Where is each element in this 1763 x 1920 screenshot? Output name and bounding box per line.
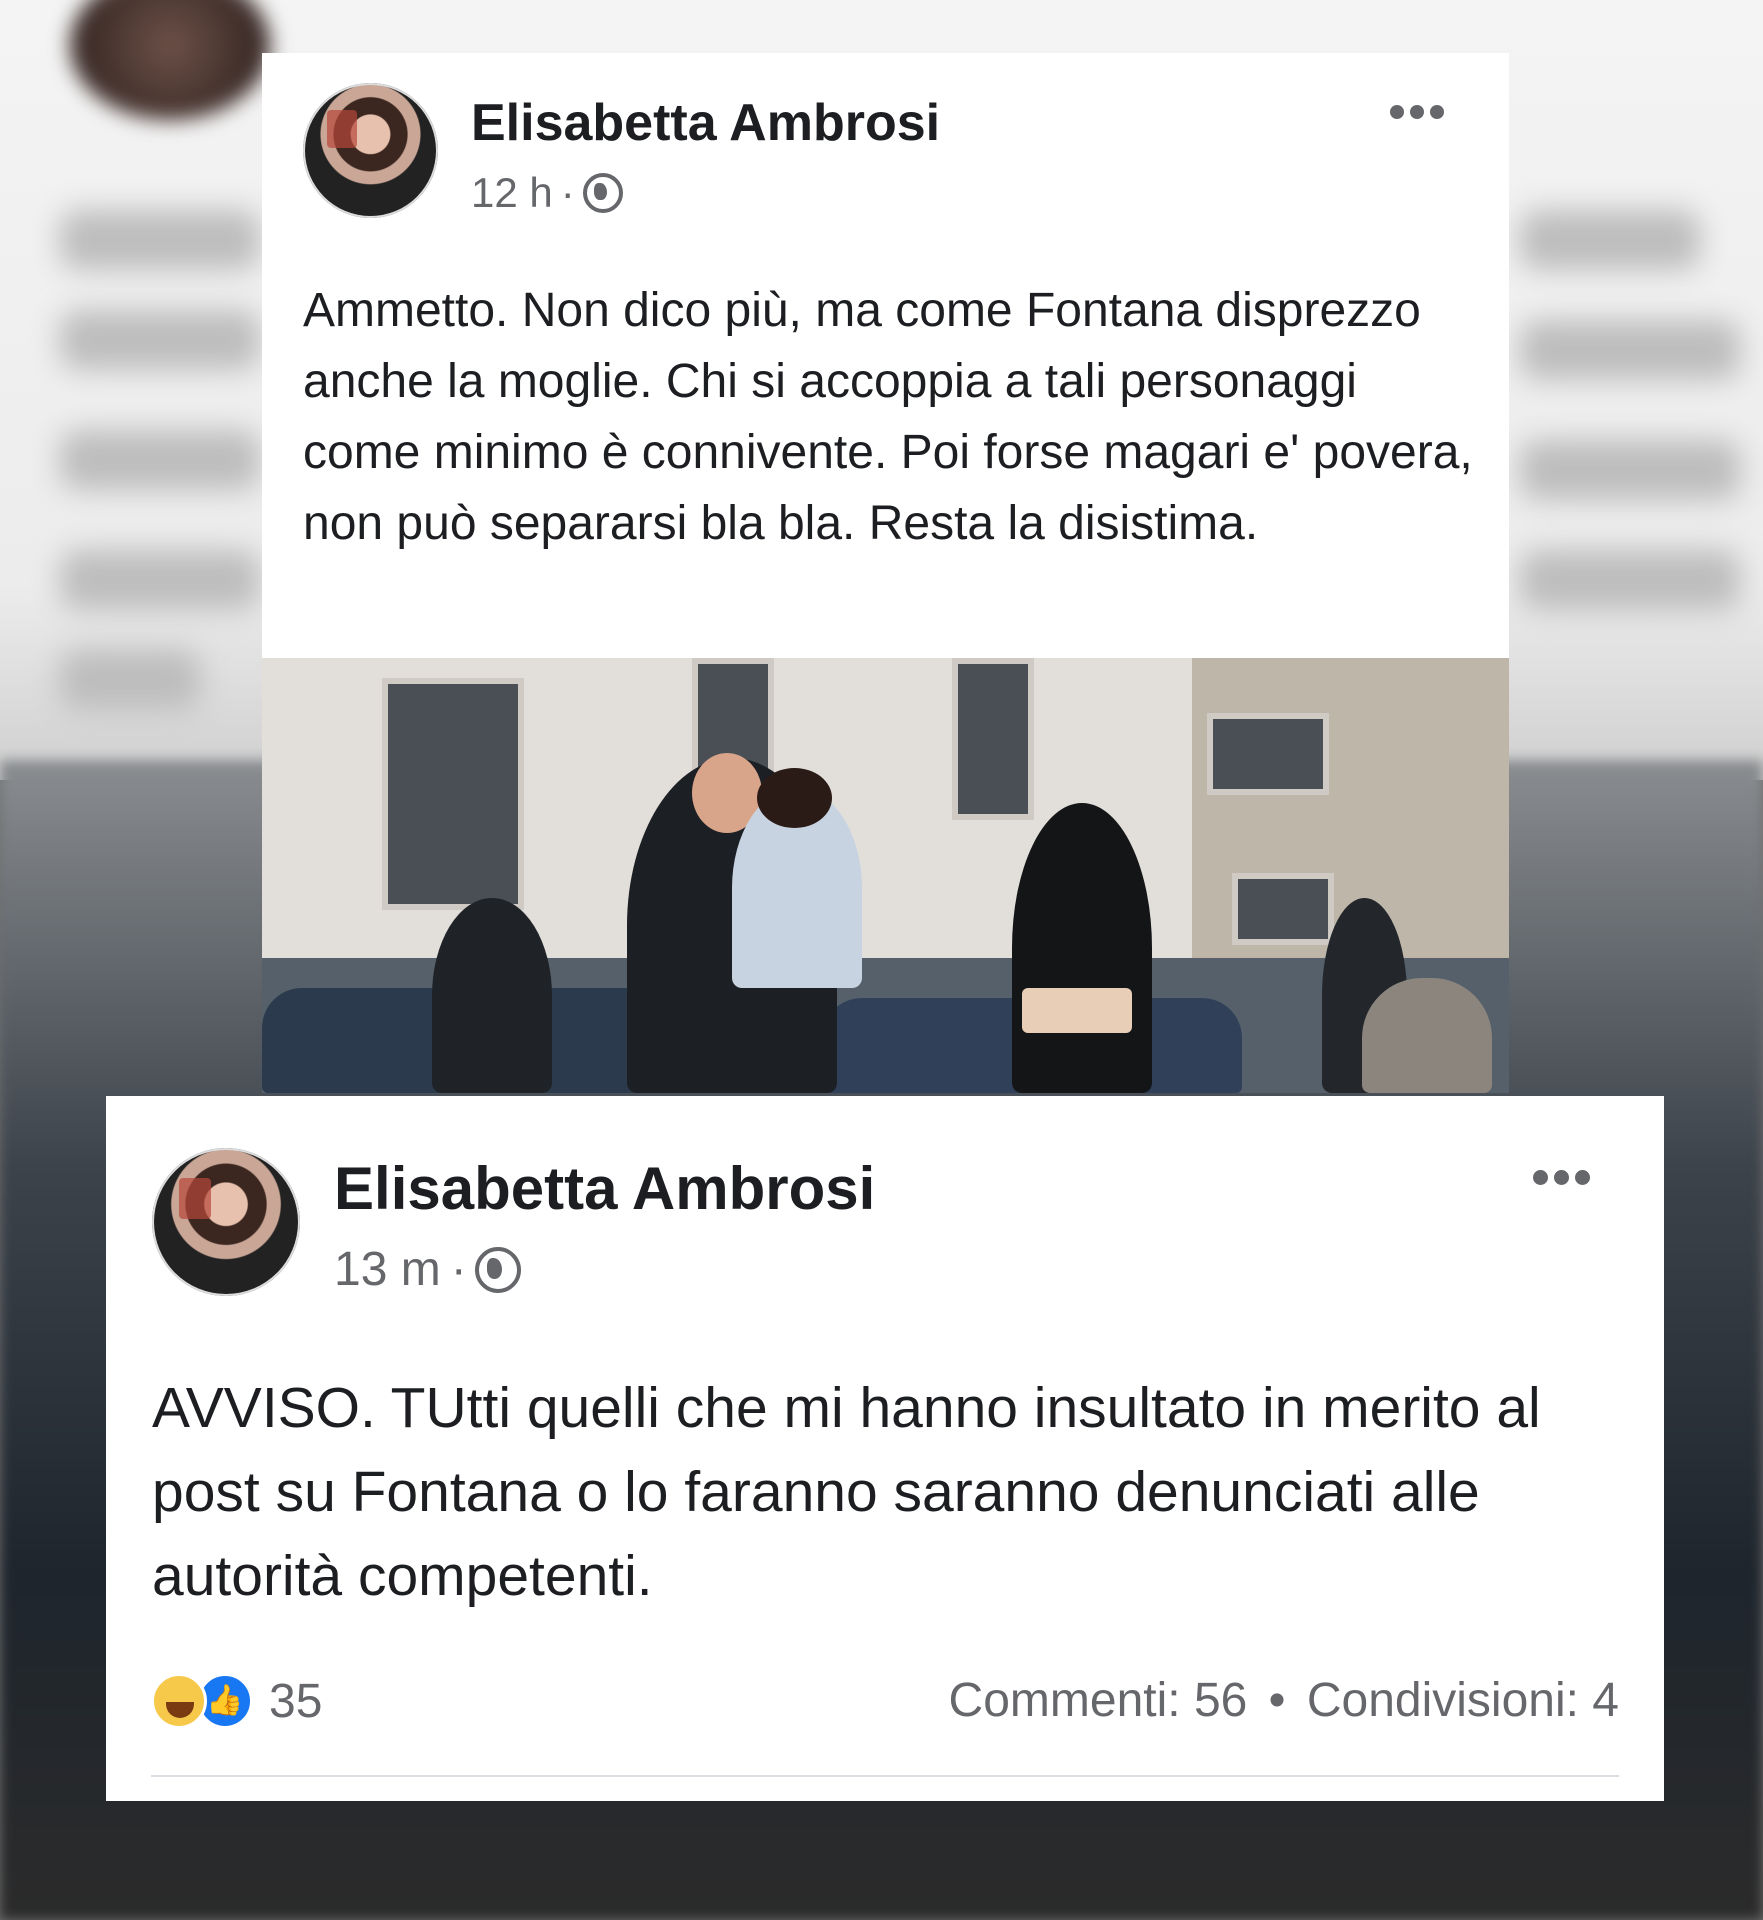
background-blurred-text <box>1520 320 1740 380</box>
background-blurred-text <box>1520 440 1740 500</box>
shares-count[interactable]: Condivisioni: 4 <box>1307 1674 1619 1727</box>
reaction-count: 35 <box>269 1674 323 1728</box>
stats-bullet: • <box>1268 1674 1286 1727</box>
background-blurred-text <box>60 650 200 710</box>
photo-window <box>1232 873 1334 945</box>
globe-icon <box>474 1247 521 1293</box>
post-time[interactable]: 13 m <box>334 1238 441 1302</box>
photo-window <box>952 658 1034 820</box>
post-stats: Commenti: 56 • Condivisioni: 4 <box>949 1673 1619 1729</box>
meta-separator: · <box>450 1243 467 1296</box>
background-blurred-text <box>60 310 260 370</box>
comments-count[interactable]: Commenti: 56 <box>949 1674 1248 1727</box>
post-meta: 13 m · <box>334 1238 521 1302</box>
background-blurred-text <box>1520 210 1700 270</box>
post-card-2: Elisabetta Ambrosi 13 m · AVVISO. TUtti … <box>106 1096 1664 1801</box>
author-name[interactable]: Elisabetta Ambrosi <box>471 83 940 163</box>
photo-child-hair <box>757 768 832 828</box>
globe-icon <box>582 173 623 213</box>
photo-window <box>382 678 524 910</box>
photo-bollard <box>1362 978 1492 1093</box>
post-meta: 12 h · <box>471 163 623 223</box>
haha-icon <box>151 1673 207 1729</box>
author-avatar[interactable] <box>303 83 438 218</box>
background-blurred-text <box>60 550 260 610</box>
meta-separator: · <box>560 169 575 216</box>
background-blurred-text <box>1520 550 1740 610</box>
post-time[interactable]: 12 h <box>471 163 553 223</box>
photo-person <box>1012 803 1152 1093</box>
author-avatar[interactable] <box>152 1148 300 1296</box>
divider <box>151 1775 1619 1777</box>
author-name[interactable]: Elisabetta Ambrosi <box>334 1146 875 1232</box>
photo-clutch <box>1022 988 1132 1033</box>
background-blurred-text <box>60 210 260 270</box>
reactions-summary[interactable]: 👍 35 <box>151 1673 322 1729</box>
post-photo[interactable] <box>262 658 1509 1093</box>
photo-window <box>1207 713 1329 795</box>
photo-person <box>432 898 552 1093</box>
more-options-icon[interactable] <box>1390 105 1444 119</box>
more-options-icon[interactable] <box>1533 1170 1590 1185</box>
post-text: AVVISO. TUtti quelli che mi hanno insult… <box>152 1376 1541 1608</box>
background-blurred-text <box>60 430 260 490</box>
post-card-1: Elisabetta Ambrosi 12 h · Ammetto. Non d… <box>262 53 1509 1093</box>
post-text: Ammetto. Non dico più, ma come Fontana d… <box>303 284 1473 550</box>
